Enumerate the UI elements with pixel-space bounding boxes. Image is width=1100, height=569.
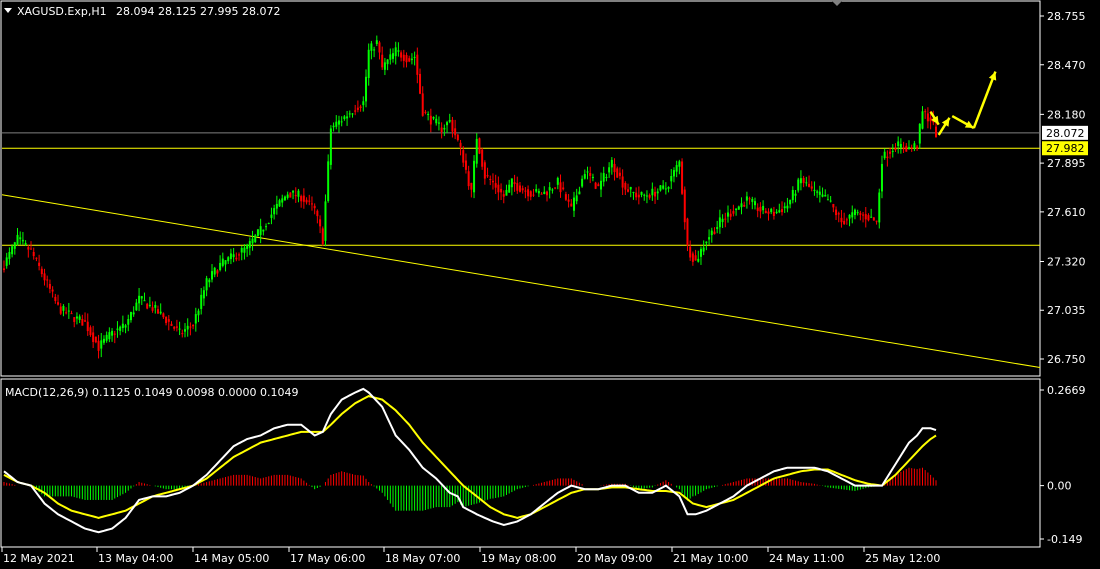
- candle: [321, 226, 324, 246]
- ohlc-values: 28.094 28.125 27.995 28.072: [116, 5, 280, 18]
- trading-chart[interactable]: 28.755 28.470 28.180 27.895 27.610 27.320 27.0…: [0, 0, 1100, 569]
- price-badge-text: 28.072: [1046, 127, 1085, 140]
- time-tick-label: 12 May 2021: [3, 552, 75, 565]
- candle: [254, 233, 257, 244]
- symbol-header: XAGUSD.Exp,H1 28.094 28.125 27.995 28.07…: [4, 5, 280, 18]
- candle: [681, 158, 684, 195]
- macd-tick-label: 0.2669: [1047, 384, 1086, 397]
- candle: [473, 155, 476, 199]
- price-tick-label: 28.470: [1047, 59, 1086, 72]
- price-tick-label: 27.035: [1047, 304, 1086, 317]
- time-tick-label: 25 May 12:00: [865, 552, 940, 565]
- price-tick-label: 28.180: [1047, 108, 1086, 121]
- price-tick-label: 27.610: [1047, 206, 1086, 219]
- time-tick-label: 21 May 10:00: [673, 552, 748, 565]
- time-tick-label: 20 May 09:00: [577, 552, 652, 565]
- candle: [594, 181, 597, 190]
- candle: [478, 137, 481, 155]
- time-tick-label: 17 May 06:00: [290, 552, 365, 565]
- time-tick-label: 19 May 08:00: [481, 552, 556, 565]
- candle: [289, 192, 292, 198]
- candle: [872, 217, 875, 221]
- symbol-label: XAGUSD.Exp,H1: [17, 5, 107, 18]
- candle: [327, 154, 330, 203]
- time-tick-label: 14 May 05:00: [194, 552, 269, 565]
- candle: [94, 336, 97, 344]
- time-tick-label: 13 May 04:00: [98, 552, 173, 565]
- candle: [256, 228, 259, 237]
- price-tick-label: 27.895: [1047, 157, 1086, 170]
- macd-tick-label: -0.149: [1047, 533, 1082, 546]
- price-tick-label: 27.320: [1047, 255, 1086, 268]
- macd-header: MACD(12,26,9) 0.1125 0.1049 0.0098 0.000…: [5, 386, 298, 399]
- price-badge-text: 27.982: [1046, 142, 1085, 155]
- candle: [324, 194, 327, 247]
- candle: [146, 302, 149, 310]
- candle: [329, 125, 332, 170]
- time-tick-label: 24 May 11:00: [769, 552, 844, 565]
- time-tick-label: 18 May 07:00: [385, 552, 460, 565]
- candle: [481, 147, 484, 170]
- price-tick-label: 28.755: [1047, 10, 1086, 23]
- price-tick-label: 26.750: [1047, 353, 1086, 366]
- macd-tick-label: 0.00: [1047, 480, 1072, 493]
